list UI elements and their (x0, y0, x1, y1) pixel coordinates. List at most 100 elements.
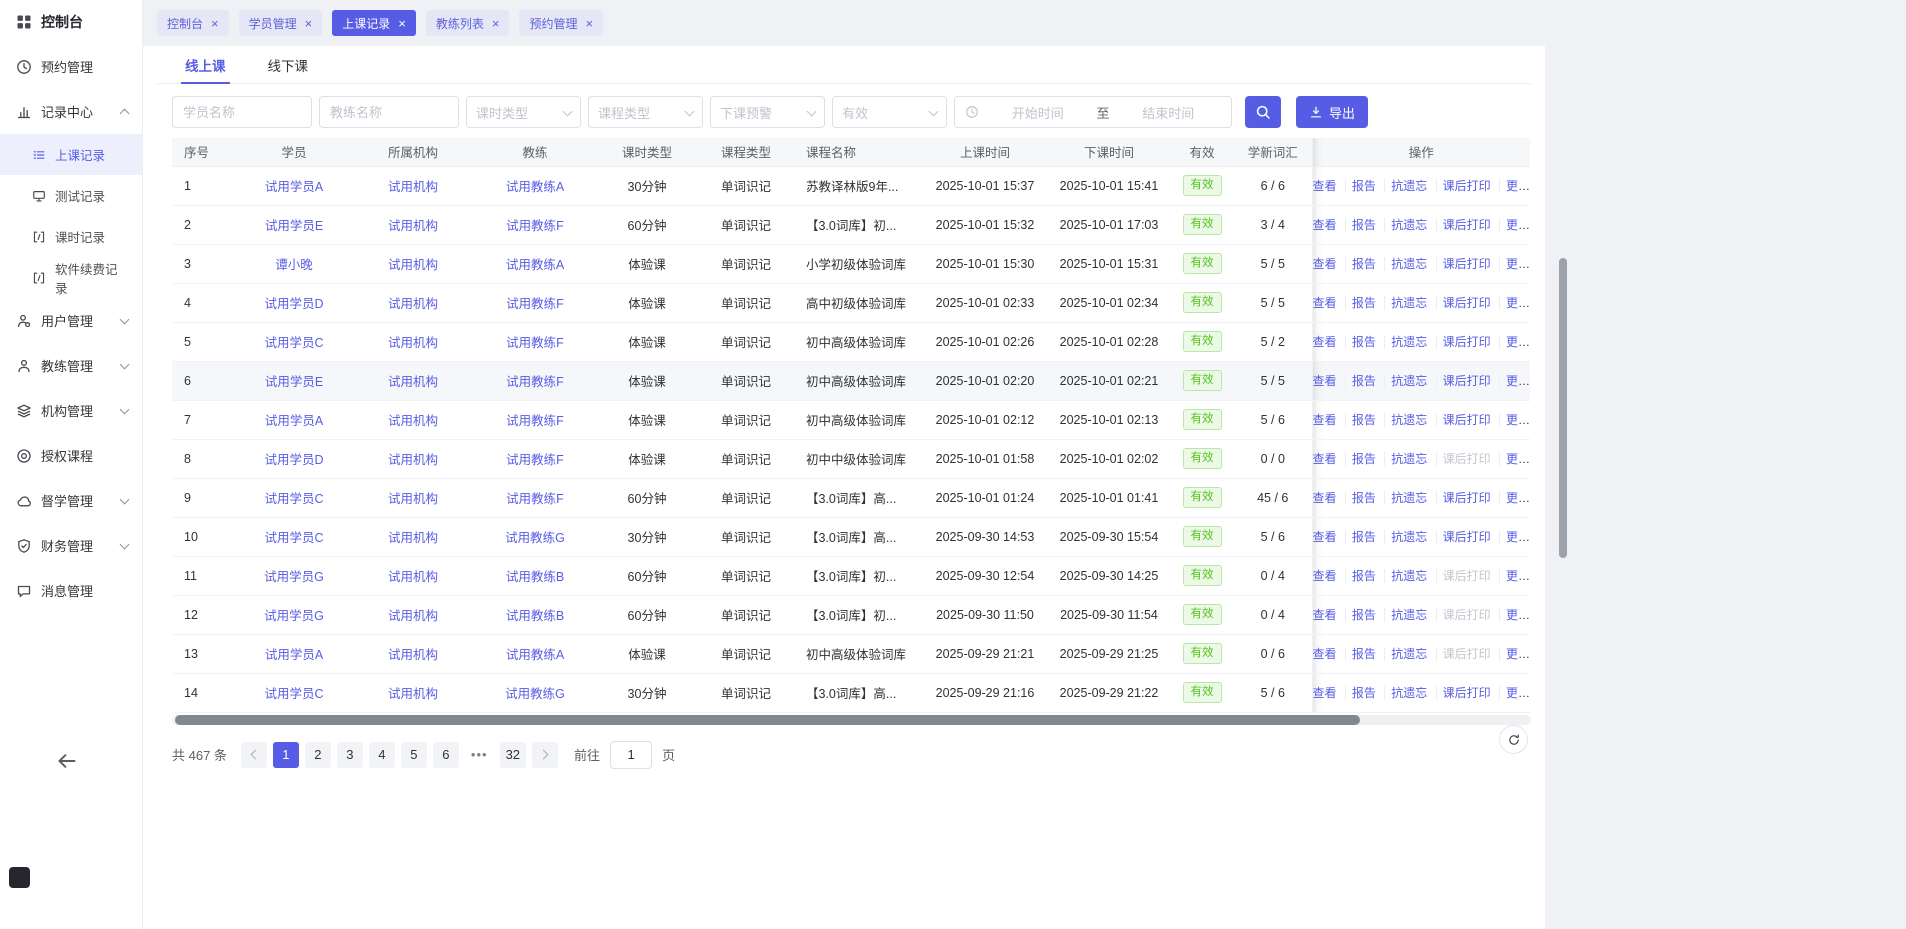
anti-forget-button[interactable]: 抗遗忘 (1384, 491, 1428, 505)
print-after-class-button[interactable]: 课后打印 (1435, 257, 1491, 271)
student-link[interactable]: 谭小晚 (275, 258, 313, 272)
more-button[interactable]: 更多 (1498, 530, 1530, 544)
anti-forget-button[interactable]: 抗遗忘 (1384, 374, 1428, 388)
report-button[interactable]: 报告 (1344, 647, 1376, 661)
class-end-warning-select[interactable]: 下课预警 (710, 96, 825, 128)
anti-forget-button[interactable]: 抗遗忘 (1384, 218, 1428, 232)
anti-forget-button[interactable]: 抗遗忘 (1384, 413, 1428, 427)
print-after-class-button[interactable]: 课后打印 (1435, 296, 1491, 310)
report-button[interactable]: 报告 (1344, 296, 1376, 310)
refresh-button[interactable] (1499, 725, 1528, 754)
view-button[interactable]: 查看 (1313, 647, 1337, 661)
anti-forget-button[interactable]: 抗遗忘 (1384, 608, 1428, 622)
sidebar-item-finance[interactable]: 财务管理 (0, 523, 142, 568)
student-link[interactable]: 试用学员C (264, 531, 323, 545)
report-button[interactable]: 报告 (1344, 530, 1376, 544)
coach-link[interactable]: 试用教练F (506, 453, 564, 467)
more-button[interactable]: 更多 (1498, 491, 1530, 505)
more-button[interactable]: 更多 (1498, 179, 1530, 193)
horizontal-scrollbar-thumb[interactable] (175, 714, 1360, 725)
report-button[interactable]: 报告 (1344, 686, 1376, 700)
organization-link[interactable]: 试用机构 (388, 609, 438, 623)
sidebar-item-appointments[interactable]: 预约管理 (0, 44, 142, 89)
organization-link[interactable]: 试用机构 (388, 180, 438, 194)
tab-class-records[interactable]: 上课记录 × (332, 10, 416, 36)
coach-link[interactable]: 试用教练F (506, 414, 564, 428)
page-button[interactable]: 1 (272, 741, 299, 768)
print-after-class-button[interactable]: 课后打印 (1435, 452, 1491, 466)
print-after-class-button[interactable]: 课后打印 (1435, 608, 1491, 622)
coach-link[interactable]: 试用教练F (506, 492, 564, 506)
search-button[interactable] (1245, 96, 1281, 128)
organization-link[interactable]: 试用机构 (388, 648, 438, 662)
student-link[interactable]: 试用学员A (265, 180, 323, 194)
sidebar-item-renewal-records[interactable]: 软件续费记录 (0, 257, 142, 298)
student-link[interactable]: 试用学员G (264, 609, 324, 623)
student-link[interactable]: 试用学员G (264, 570, 324, 584)
tab-dashboard[interactable]: 控制台 × (157, 10, 229, 36)
print-after-class-button[interactable]: 课后打印 (1435, 647, 1491, 661)
coach-link[interactable]: 试用教练F (506, 375, 564, 389)
close-icon[interactable]: × (492, 17, 500, 30)
anti-forget-button[interactable]: 抗遗忘 (1384, 647, 1428, 661)
page-button[interactable]: 3 (336, 741, 363, 768)
page-button[interactable]: 2 (304, 741, 331, 768)
close-icon[interactable]: × (585, 17, 593, 30)
view-button[interactable]: 查看 (1313, 608, 1337, 622)
export-button[interactable]: 导出 (1296, 96, 1369, 128)
organization-link[interactable]: 试用机构 (388, 687, 438, 701)
close-icon[interactable]: × (211, 17, 219, 30)
more-button[interactable]: 更多 (1498, 608, 1530, 622)
coach-link[interactable]: 试用教练F (506, 219, 564, 233)
more-button[interactable]: 更多 (1498, 335, 1530, 349)
view-button[interactable]: 查看 (1313, 452, 1337, 466)
report-button[interactable]: 报告 (1344, 257, 1376, 271)
organization-link[interactable]: 试用机构 (388, 258, 438, 272)
student-link[interactable]: 试用学员C (264, 492, 323, 506)
more-button[interactable]: 更多 (1498, 452, 1530, 466)
coach-name-input[interactable] (319, 96, 459, 128)
view-button[interactable]: 查看 (1313, 413, 1337, 427)
coach-link[interactable]: 试用教练F (506, 297, 564, 311)
student-link[interactable]: 试用学员E (265, 375, 323, 389)
view-button[interactable]: 查看 (1313, 530, 1337, 544)
student-link[interactable]: 试用学员E (265, 219, 323, 233)
view-button[interactable]: 查看 (1313, 218, 1337, 232)
print-after-class-button[interactable]: 课后打印 (1435, 179, 1491, 193)
coach-link[interactable]: 试用教练B (506, 570, 564, 584)
print-after-class-button[interactable]: 课后打印 (1435, 218, 1491, 232)
sidebar-item-hour-records[interactable]: 课时记录 (0, 216, 142, 257)
close-icon[interactable]: × (398, 17, 406, 30)
print-after-class-button[interactable]: 课后打印 (1435, 491, 1491, 505)
report-button[interactable]: 报告 (1344, 413, 1376, 427)
sidebar-item-test-records[interactable]: 测试记录 (0, 175, 142, 216)
report-button[interactable]: 报告 (1344, 374, 1376, 388)
student-name-input[interactable] (172, 96, 312, 128)
tab-students[interactable]: 学员管理 × (238, 10, 323, 36)
student-link[interactable]: 试用学员D (264, 297, 323, 311)
coach-link[interactable]: 试用教练A (506, 258, 564, 272)
organization-link[interactable]: 试用机构 (388, 336, 438, 350)
page-button[interactable]: 6 (432, 741, 459, 768)
pagination-ellipsis[interactable]: ••• (465, 742, 494, 768)
view-button[interactable]: 查看 (1313, 257, 1337, 271)
anti-forget-button[interactable]: 抗遗忘 (1384, 530, 1428, 544)
coach-link[interactable]: 试用教练F (506, 336, 564, 350)
sidebar-item-records-center[interactable]: 记录中心 (0, 89, 142, 134)
report-button[interactable]: 报告 (1344, 608, 1376, 622)
sidebar-item-dashboard[interactable]: 控制台 (0, 0, 142, 44)
report-button[interactable]: 报告 (1344, 569, 1376, 583)
student-link[interactable]: 试用学员D (264, 453, 323, 467)
collapse-sidebar-icon[interactable] (56, 750, 78, 772)
more-button[interactable]: 更多 (1498, 647, 1530, 661)
more-button[interactable]: 更多 (1498, 374, 1530, 388)
page-button[interactable]: 5 (400, 741, 427, 768)
tab-offline-class[interactable]: 线下课 (264, 46, 313, 83)
view-button[interactable]: 查看 (1313, 686, 1337, 700)
more-button[interactable]: 更多 (1498, 296, 1530, 310)
coach-link[interactable]: 试用教练G (505, 531, 565, 545)
report-button[interactable]: 报告 (1344, 218, 1376, 232)
date-range-picker[interactable]: 开始时间 至 结束时间 (954, 96, 1232, 128)
student-link[interactable]: 试用学员C (264, 336, 323, 350)
more-button[interactable]: 更多 (1498, 257, 1530, 271)
